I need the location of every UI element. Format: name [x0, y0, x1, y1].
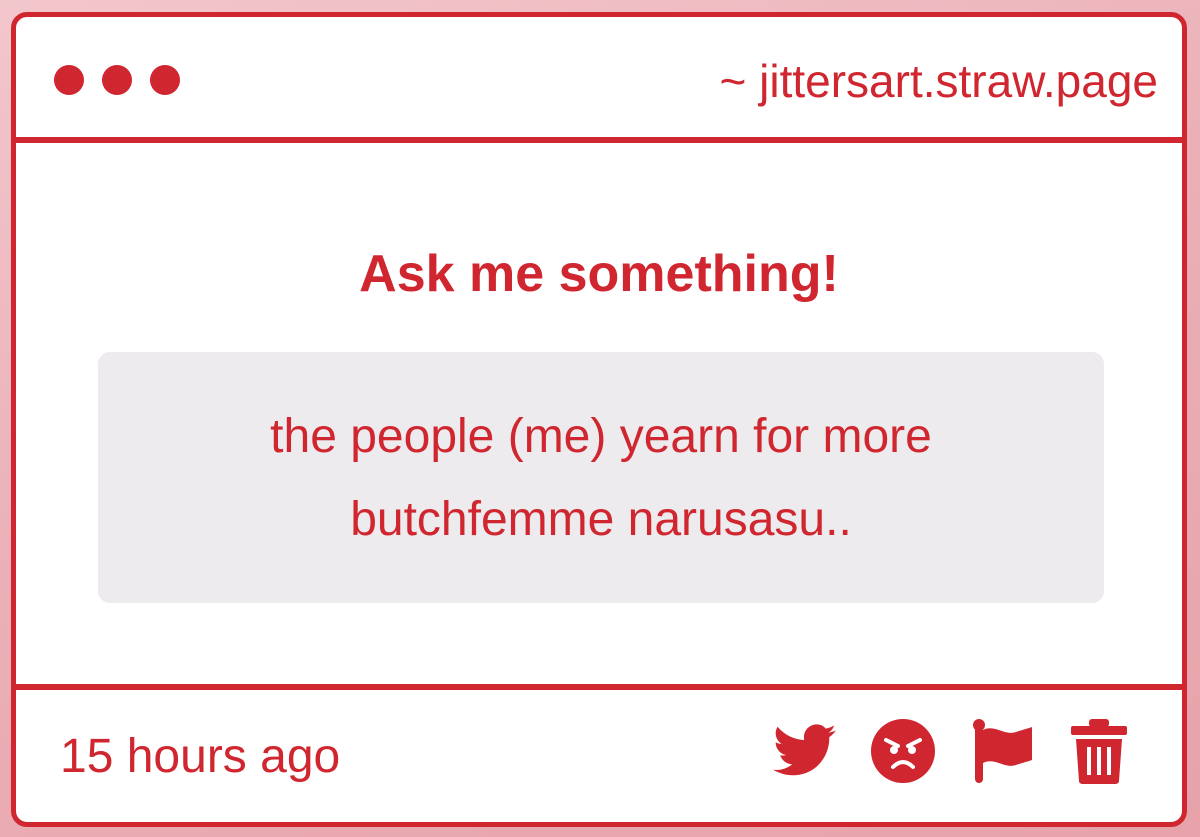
flag-icon [973, 719, 1032, 783]
main-content: Ask me something! the people (me) yearn … [16, 143, 1182, 684]
page-url[interactable]: ~ jittersart.straw.page [720, 53, 1158, 109]
question-card: the people (me) yearn for more butchfemm… [98, 352, 1104, 603]
window-dot-icon[interactable] [54, 65, 84, 95]
window-controls [54, 65, 180, 95]
share-twitter-button[interactable] [772, 718, 838, 784]
window-dot-icon[interactable] [150, 65, 180, 95]
report-button[interactable] [968, 718, 1034, 784]
footer-bar: 15 hours ago [16, 684, 1182, 822]
window-dot-icon[interactable] [102, 65, 132, 95]
delete-button[interactable] [1066, 718, 1132, 784]
trash-icon [1071, 719, 1127, 784]
question-text: the people (me) yearn for more butchfemm… [270, 409, 932, 546]
react-button[interactable] [870, 718, 936, 784]
twitter-bird-icon [773, 724, 836, 776]
page-title: Ask me something! [359, 245, 839, 303]
timestamp: 15 hours ago [60, 730, 341, 783]
action-toolbar [772, 718, 1132, 784]
browser-window: ~ jittersart.straw.page Ask me something… [11, 12, 1187, 827]
angry-face-icon [871, 719, 935, 783]
title-bar: ~ jittersart.straw.page [16, 17, 1182, 143]
